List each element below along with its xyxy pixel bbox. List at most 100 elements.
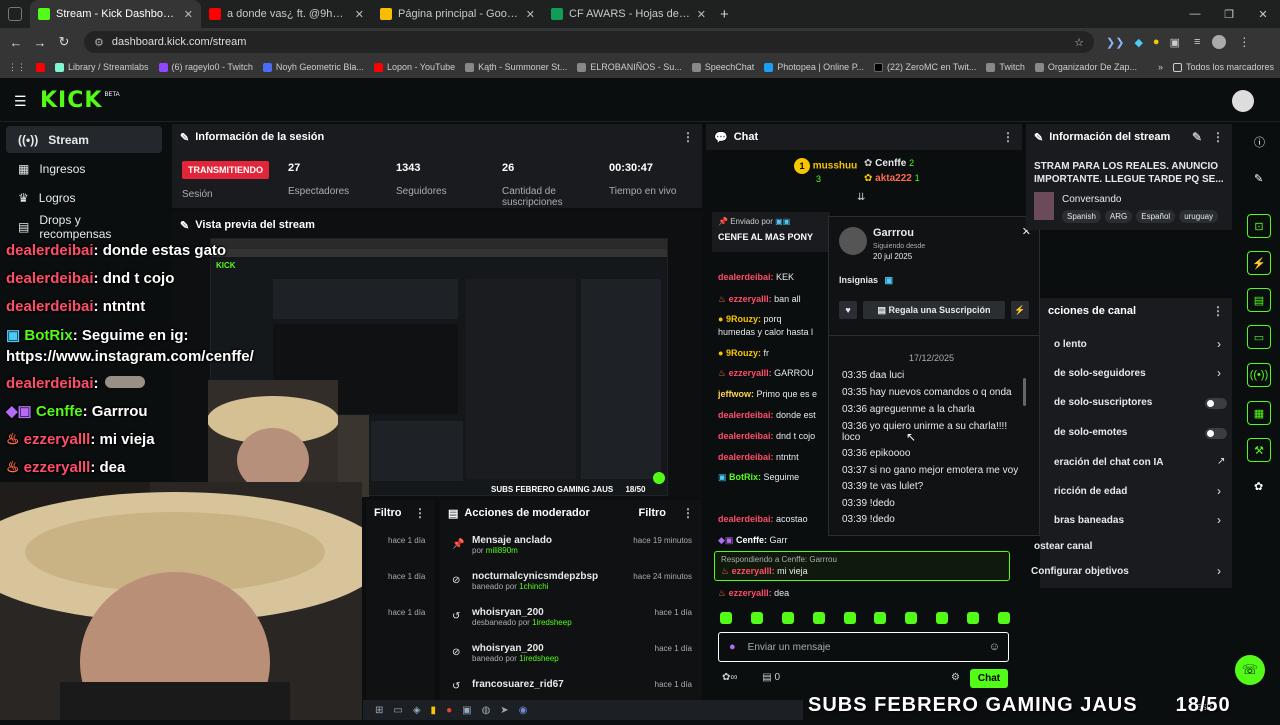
chat-input[interactable]: ● Enviar un mensaje ☺ bbox=[718, 632, 1009, 662]
chat-message[interactable]: ♨ ezzeryalll: GARROU bbox=[718, 368, 828, 379]
points-icon[interactable]: ✿∞ bbox=[722, 672, 738, 683]
chat-message[interactable]: ♨ ezzeryalll: ban all bbox=[718, 294, 828, 305]
taskbar-app-icon[interactable]: ▮ bbox=[431, 705, 437, 716]
tab-search-button[interactable] bbox=[0, 7, 30, 21]
user-avatar[interactable] bbox=[1232, 90, 1254, 112]
taskbar-app-icon[interactable]: ▭ bbox=[393, 705, 402, 716]
chat-message[interactable]: ♨ ezzeryalll: dea bbox=[718, 588, 1008, 599]
emote-icon[interactable] bbox=[874, 612, 887, 624]
collapse-icon[interactable]: ⇊ bbox=[857, 192, 865, 203]
channel-action-subs-only[interactable]: de solo-suscriptores bbox=[1054, 397, 1152, 408]
emote-icon[interactable] bbox=[843, 612, 856, 624]
bookmark-item[interactable]: Twitch bbox=[986, 62, 1025, 72]
chevron-right-icon[interactable]: › bbox=[1217, 513, 1221, 527]
tag[interactable]: uruguay bbox=[1179, 210, 1219, 223]
rail-button-5[interactable]: ((•)) bbox=[1247, 363, 1271, 387]
mod-action-row[interactable]: ↺ whoisryan_200 desbaneado por 1iredshee… bbox=[452, 607, 696, 627]
tab-sheets[interactable]: CF AWARS - Hojas de cálculo d ✕ bbox=[543, 0, 714, 28]
mod-action-row[interactable]: 📌 Mensaje anclado por mili890m hace 19 m… bbox=[452, 535, 696, 555]
emote-icon[interactable] bbox=[781, 612, 794, 624]
pencil-icon[interactable]: ✎ bbox=[1254, 172, 1263, 185]
chat-message[interactable]: dealerdeibai: ntntnt bbox=[718, 452, 828, 462]
sidebar-item-logros[interactable]: ♛ Logros bbox=[6, 184, 162, 211]
apps-grid-icon[interactable]: ⋮⋮ bbox=[8, 62, 26, 73]
tag[interactable]: ARG bbox=[1104, 210, 1133, 223]
forward-icon[interactable]: → bbox=[28, 35, 52, 50]
bookmark-item[interactable]: (22) ZeroMC en Twit... bbox=[874, 62, 976, 72]
sidebar-item-stream[interactable]: ((•)) Stream bbox=[6, 126, 162, 153]
chat-message[interactable]: ● 9Rouzy: porq bbox=[718, 314, 828, 324]
windows-start-icon[interactable]: ⊞ bbox=[375, 705, 383, 716]
share-icon[interactable]: ✿ bbox=[1254, 480, 1263, 493]
media-icon[interactable]: ≡ bbox=[1194, 36, 1200, 48]
site-info-icon[interactable]: ⚙ bbox=[94, 36, 104, 49]
bookmark-star-icon[interactable]: ☆ bbox=[1074, 36, 1084, 49]
bookmark-item[interactable]: ELROBANIÑOS - Su... bbox=[577, 62, 682, 72]
more-bookmarks-icon[interactable]: » bbox=[1158, 62, 1163, 72]
rail-button-2[interactable]: ⚡ bbox=[1247, 251, 1271, 275]
pinned-message[interactable]: 📌 Enviado por ▣▣ CENFE AL MAS PONY bbox=[712, 212, 830, 252]
channel-action-followers-only[interactable]: de solo-seguidores bbox=[1054, 368, 1146, 379]
kebab-menu-icon[interactable]: ⋮ bbox=[682, 506, 694, 520]
hamburger-menu-icon[interactable]: ☰ bbox=[14, 93, 27, 110]
kebab-menu-icon[interactable]: ⋮ bbox=[1212, 304, 1224, 318]
chrome-icon[interactable]: ● bbox=[446, 705, 452, 716]
close-icon[interactable]: ✕ bbox=[526, 8, 535, 21]
tab-youtube[interactable]: a donde vas¿ ft. @9huntr - You ✕ bbox=[201, 0, 372, 28]
chevron-right-icon[interactable]: › bbox=[1217, 337, 1221, 351]
channel-action-host[interactable]: ostear canal bbox=[1034, 541, 1092, 552]
emote-icon[interactable] bbox=[750, 612, 763, 624]
filter-button[interactable]: Filtro bbox=[639, 507, 667, 519]
rail-button-1[interactable]: ⊡ bbox=[1247, 214, 1271, 238]
info-icon[interactable]: ⓘ bbox=[1254, 134, 1265, 150]
chat-message[interactable]: dealerdeibai: acostao bbox=[718, 514, 828, 524]
taskbar-app-icon[interactable]: ▣ bbox=[462, 705, 471, 716]
rail-button-6[interactable]: ▦ bbox=[1247, 401, 1271, 425]
new-tab-button[interactable]: + bbox=[720, 6, 729, 23]
chat-message[interactable]: ◆▣ Cenffe: Garr bbox=[718, 535, 828, 546]
kick-logo[interactable]: KICK bbox=[40, 88, 102, 113]
sidebar-item-ingresos[interactable]: ▦ Ingresos bbox=[6, 155, 162, 182]
top-gifter[interactable]: ✿ akta222 1 bbox=[864, 173, 920, 184]
kebab-menu-icon[interactable]: ⋮ bbox=[1002, 130, 1014, 144]
external-link-icon[interactable]: ↗ bbox=[1217, 456, 1225, 467]
chevron-right-icon[interactable]: › bbox=[1217, 366, 1221, 380]
mod-action-row[interactable]: ↺ francosuarez_rid67 hace 1 día bbox=[452, 679, 696, 692]
channel-action-age-restriction[interactable]: ricción de edad bbox=[1054, 486, 1127, 497]
menu-icon[interactable]: ⋮ bbox=[1238, 35, 1250, 49]
restore-button[interactable]: ❐ bbox=[1212, 8, 1246, 21]
chat-message[interactable]: ● 9Rouzy: fr bbox=[718, 348, 828, 358]
emote-icon[interactable] bbox=[997, 612, 1010, 624]
gift-icon[interactable]: ▤ bbox=[762, 672, 771, 683]
bookmark-item[interactable]: Kąth - Summoner St... bbox=[465, 62, 567, 72]
close-icon[interactable]: ✕ bbox=[355, 8, 364, 21]
chat-message[interactable]: dealerdeibai: dnd t cojo bbox=[718, 431, 828, 441]
bookmark-item[interactable]: (6) rageylo0 - Twitch bbox=[158, 62, 253, 72]
chat-message[interactable]: dealerdeibai: donde est bbox=[718, 410, 828, 420]
settings-gear-icon[interactable]: ⚙ bbox=[951, 672, 960, 683]
back-icon[interactable]: ← bbox=[4, 35, 28, 50]
minimize-button[interactable]: — bbox=[1178, 8, 1212, 20]
bookmark-item[interactable]: Library / Streamlabs bbox=[55, 62, 149, 72]
bookmark-item[interactable]: Lopon - YouTube bbox=[373, 62, 455, 72]
bookmark-item[interactable]: Noyh Geometric Bla... bbox=[262, 62, 364, 72]
chat-message[interactable]: dealerdeibai: KEK bbox=[718, 272, 828, 282]
send-chat-button[interactable]: Chat bbox=[970, 669, 1008, 688]
reply-message[interactable]: Respondiendo a Cenffe: Garrrou ♨ ezzerya… bbox=[714, 551, 1010, 581]
emote-icon[interactable] bbox=[720, 612, 732, 624]
emote-icon[interactable] bbox=[905, 612, 918, 624]
bookmark-item[interactable]: Photopea | Online P... bbox=[764, 62, 864, 72]
bookmark-item[interactable]: Organizador De Zap... bbox=[1034, 62, 1137, 72]
channel-action-goals[interactable]: Configurar objetivos bbox=[1031, 566, 1129, 577]
close-icon[interactable]: ✕ bbox=[184, 8, 193, 21]
kebab-menu-icon[interactable]: ⋮ bbox=[1212, 130, 1224, 144]
mic-icon[interactable]: ● bbox=[729, 641, 736, 653]
all-bookmarks-folder[interactable]: Todos los marcadores bbox=[1172, 62, 1274, 72]
chat-message[interactable]: jeffwow: Primo que es e bbox=[718, 389, 828, 399]
emote-icon[interactable] bbox=[936, 612, 949, 624]
tag[interactable]: Español bbox=[1136, 210, 1176, 223]
reload-icon[interactable]: ↻ bbox=[52, 34, 76, 50]
extension-icon[interactable]: ◆ bbox=[1134, 36, 1142, 49]
chevron-right-icon[interactable]: › bbox=[1217, 484, 1221, 498]
help-chat-icon[interactable]: ☏ bbox=[1235, 655, 1265, 685]
